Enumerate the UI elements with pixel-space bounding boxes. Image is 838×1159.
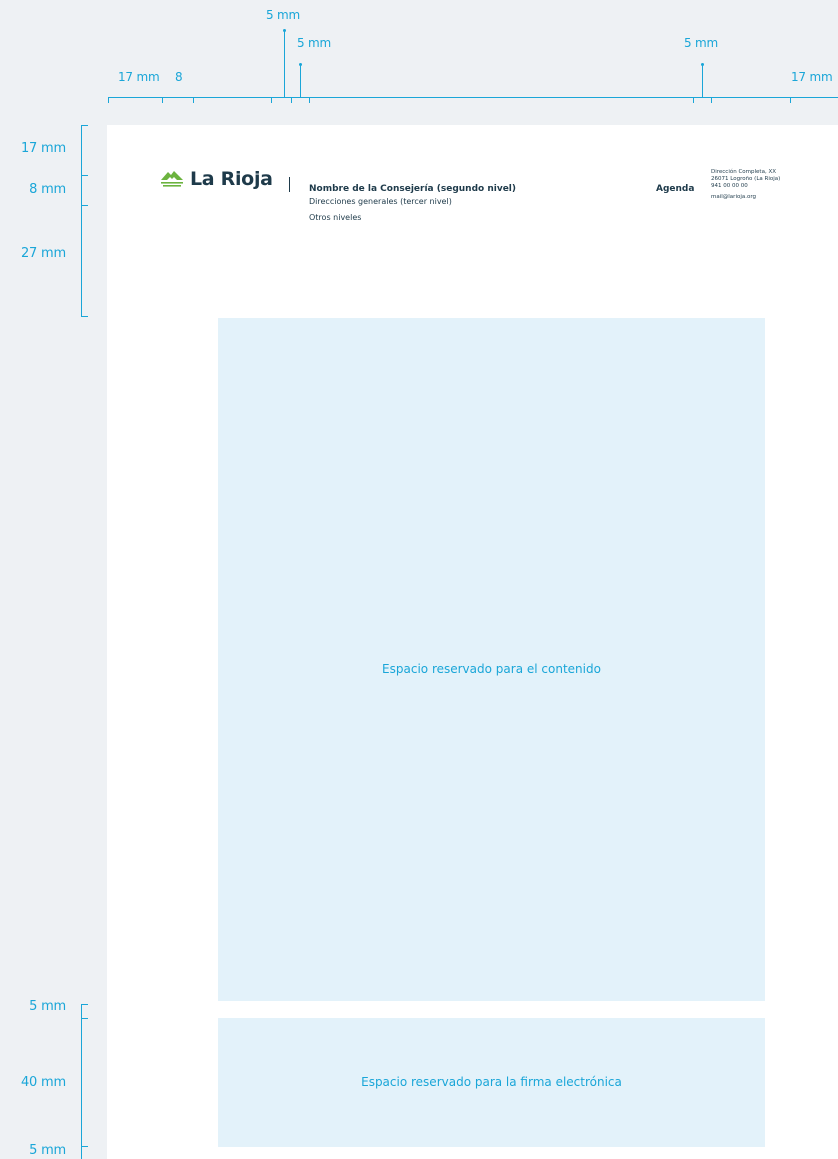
- address-line-1: Dirección Completa, XX: [711, 169, 776, 175]
- otros-niveles: Otros niveles: [309, 213, 362, 222]
- dim-left-8mm: 8 mm: [29, 182, 66, 197]
- top-ruler-baseline: [108, 97, 838, 98]
- dim-top-left-8: 8: [175, 70, 183, 84]
- tick-5: [291, 97, 292, 103]
- mountain-logo-icon: [160, 169, 184, 189]
- left-ruler-upper: [81, 125, 82, 317]
- callout-top-5mm: [284, 31, 285, 97]
- left-tick-5: [81, 1004, 88, 1005]
- left-tick-7: [81, 1146, 88, 1147]
- left-tick-3: [81, 205, 88, 206]
- dim-top-5mm: 5 mm: [266, 8, 301, 22]
- callout-right-5mm: [702, 65, 703, 97]
- tick-8: [711, 97, 712, 103]
- tick-2: [162, 97, 163, 103]
- callout-right-5mm-dot: [701, 63, 704, 66]
- left-tick-2: [81, 175, 88, 176]
- left-ruler-lower: [81, 1004, 82, 1159]
- left-tick-1: [81, 125, 88, 126]
- dim-left-27mm: 27 mm: [20, 246, 66, 261]
- content-area: Espacio reservado para el contenido: [218, 318, 765, 1001]
- direcciones-generales: Direcciones generales (tercer nivel): [309, 197, 452, 206]
- la-rioja-logo: La Rioja: [160, 168, 273, 190]
- logo-text: La Rioja: [190, 168, 273, 190]
- tick-6: [309, 97, 310, 103]
- signature-area: Espacio reservado para la firma electrón…: [218, 1018, 765, 1147]
- signature-area-label: Espacio reservado para la firma electrón…: [361, 1075, 622, 1089]
- address-block: Dirección Completa, XX 26071 Logroño (La…: [711, 169, 780, 201]
- dim-top-left-17mm: 17 mm: [118, 70, 160, 84]
- dim-top-right-17mm: 17 mm: [791, 70, 833, 84]
- dim-left-5mm-a: 5 mm: [29, 999, 66, 1014]
- dim-top-left-5mm: 5 mm: [297, 36, 332, 50]
- dim-left-40mm: 40 mm: [20, 1075, 66, 1090]
- dim-left-17mm: 17 mm: [20, 141, 66, 156]
- consejeria-name: Nombre de la Consejería (segundo nivel): [309, 184, 517, 194]
- tick-3: [193, 97, 194, 103]
- dim-top-right-5mm: 5 mm: [684, 36, 719, 50]
- callout-left-5mm-dot: [299, 63, 302, 66]
- tick-9: [790, 97, 791, 103]
- agenda-label: Agenda: [656, 184, 695, 194]
- tick-7: [693, 97, 694, 103]
- logo-divider: [289, 177, 290, 192]
- email-address: mail@larioja.org: [711, 194, 757, 200]
- left-tick-4: [81, 316, 88, 317]
- content-area-label: Espacio reservado para el contenido: [382, 662, 601, 676]
- dim-left-5mm-b: 5 mm: [29, 1143, 66, 1158]
- tick-1: [108, 97, 109, 103]
- phone-number: 941 00 00 00: [711, 183, 748, 189]
- tick-4: [271, 97, 272, 103]
- address-line-2: 26071 Logroño (La Rioja): [711, 176, 781, 182]
- callout-top-5mm-dot: [283, 29, 286, 32]
- callout-left-5mm: [300, 65, 301, 97]
- organization-block: Nombre de la Consejería (segundo nivel) …: [309, 183, 516, 224]
- left-tick-6: [81, 1018, 88, 1019]
